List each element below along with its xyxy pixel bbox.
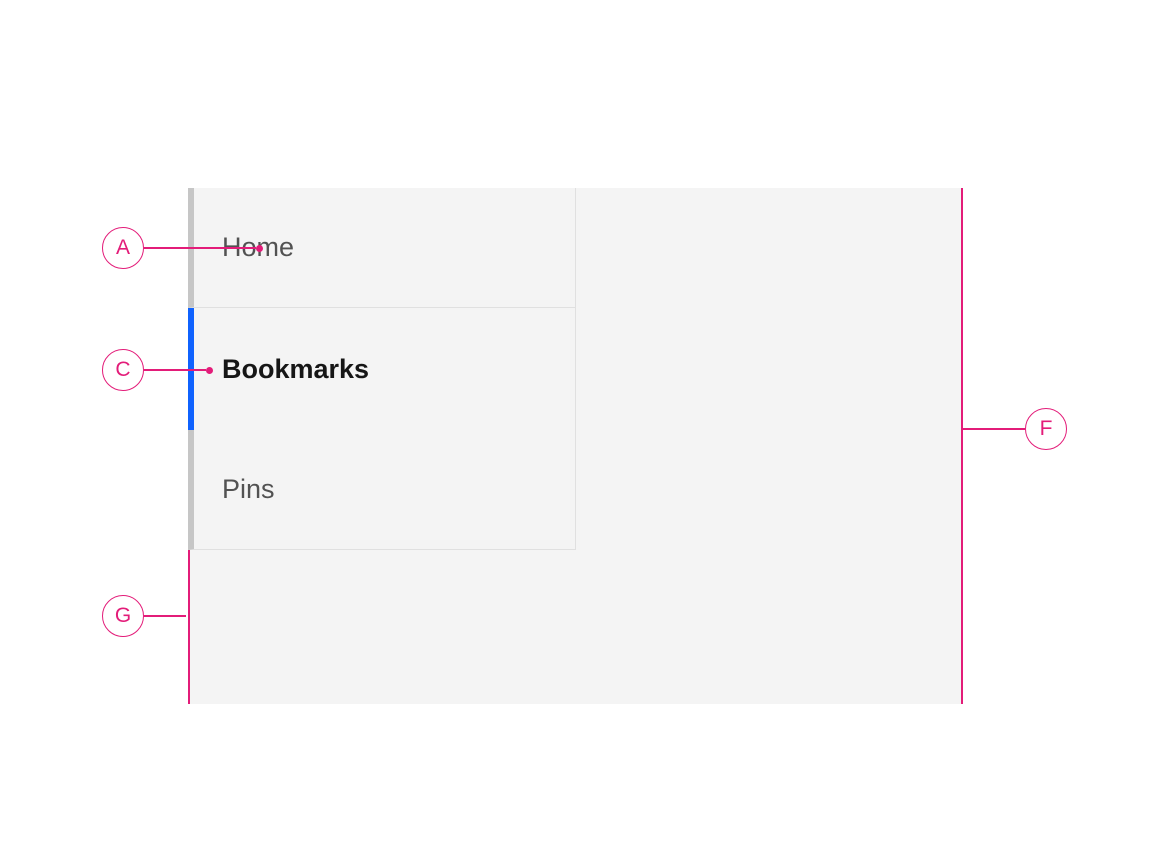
annotation-badge-A: A [102,227,144,269]
sidebar-item-label: Pins [222,474,275,505]
sidebar-item-bookmarks[interactable]: Bookmarks [188,308,575,430]
annotation-F-bracket [961,188,963,704]
annotation-lead [961,428,1025,430]
annotation-badge-F: F [1025,408,1067,450]
annotation-G-bracket [188,550,190,704]
annotation-F-callout: F [961,408,1067,450]
sidebar-item-label: Bookmarks [222,354,369,385]
annotation-badge-G: G [102,595,144,637]
annotation-G-callout: G [102,595,186,637]
sidebar-item-label: Home [222,232,294,263]
sidebar-item-pins[interactable]: Pins [188,430,575,550]
annotation-lead [144,615,186,617]
sidebar-nav: Home Bookmarks Pins [188,188,576,550]
sidebar-item-home[interactable]: Home [188,188,575,308]
annotation-badge-C: C [102,349,144,391]
anatomy-panel: Home Bookmarks Pins [188,188,961,704]
